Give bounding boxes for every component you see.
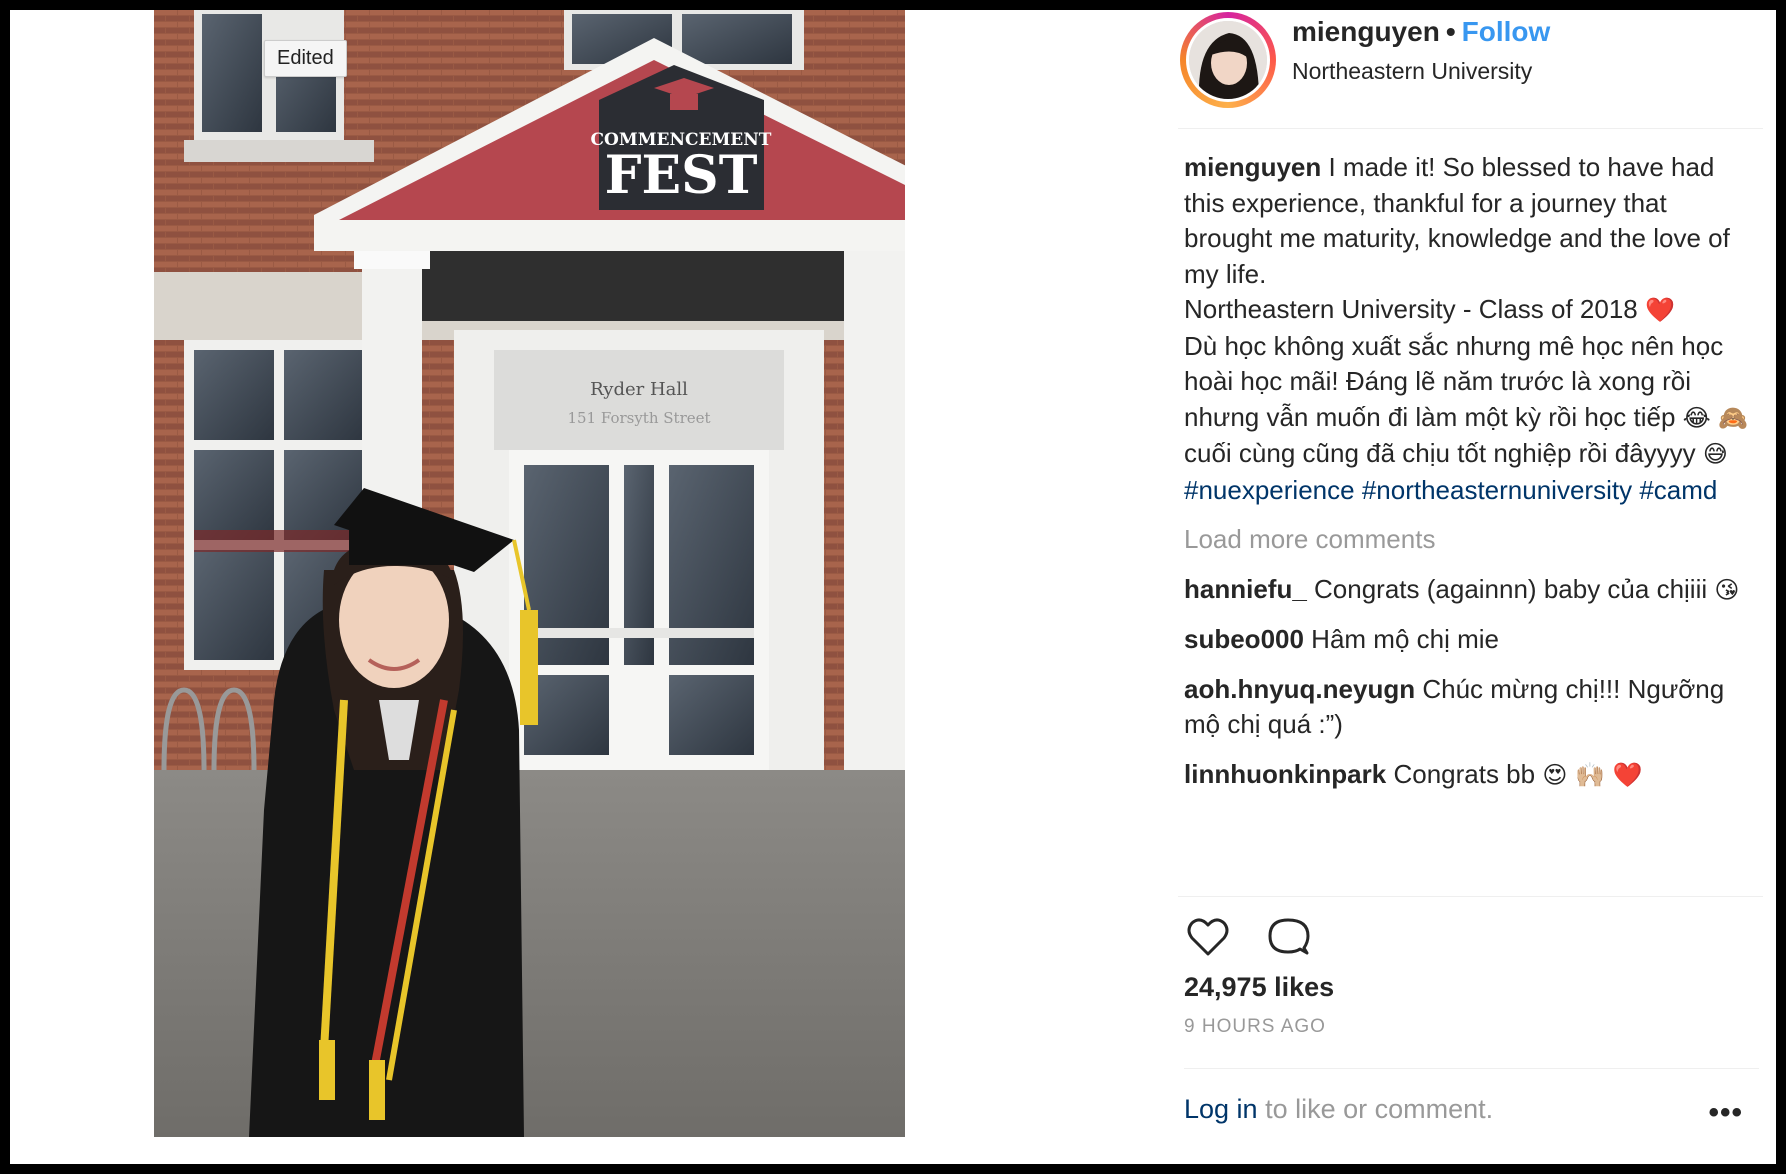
monkey-emoji: 🙈 — [1717, 403, 1748, 432]
section-divider — [1178, 896, 1763, 897]
comment-text: Congrats bb — [1386, 758, 1543, 789]
post-details: mienguyen • Follow Northeastern University… — [1178, 10, 1763, 1164]
comment-username[interactable]: aoh.hnyuq.neyugn — [1184, 674, 1415, 704]
avatar-image — [1189, 21, 1267, 99]
hashtag-link[interactable]: #camd — [1639, 475, 1717, 505]
section-divider — [1184, 1068, 1759, 1069]
comment-emojis: 😍 🙌🏼 ❤️ — [1542, 760, 1643, 789]
comment: hanniefu_ Congrats (againnn) baby của ch… — [1184, 572, 1759, 609]
comment-username[interactable]: hanniefu_ — [1184, 574, 1307, 604]
laughing-emoji: 😂 — [1682, 403, 1711, 432]
heart-emoji: ❤️ — [1644, 296, 1675, 324]
comment-text: Hâm mộ chị mie — [1303, 624, 1499, 654]
header-username[interactable]: mienguyen — [1292, 16, 1440, 47]
sign-line2: FEST — [605, 145, 758, 206]
comment-text: Congrats (againnn) baby của chịiii — [1306, 573, 1715, 604]
follow-button[interactable]: Follow — [1462, 16, 1551, 47]
avatar-story-ring[interactable] — [1180, 12, 1276, 108]
hashtag-link[interactable]: #nuexperience — [1184, 475, 1355, 505]
comment: subeo000 Hâm mộ chị mie — [1184, 622, 1759, 658]
comment: linnhuonkinpark Congrats bb 😍 🙌🏼 ❤️ — [1184, 757, 1759, 794]
location-link[interactable]: Northeastern University — [1292, 58, 1532, 85]
login-prompt: Log in to like or comment. — [1184, 1094, 1493, 1125]
heart-outline-icon — [1187, 918, 1229, 956]
door-sign-line2: 151 Forsyth Street — [567, 409, 710, 427]
comment-username[interactable]: subeo000 — [1184, 624, 1304, 654]
caption-text-4: cuối cùng cũng đã chịu tốt nghiệp rồi đâ… — [1184, 438, 1703, 468]
post-header: mienguyen • Follow Northeastern University — [1178, 10, 1763, 129]
more-options-button[interactable]: ••• — [1708, 1096, 1743, 1130]
edited-tag: Edited — [264, 40, 347, 77]
avatar[interactable] — [1186, 18, 1270, 102]
post-timestamp[interactable]: 9 HOURS AGO — [1184, 1016, 1326, 1038]
kiss-emoji: 😘 — [1714, 575, 1740, 604]
login-link[interactable]: Log in — [1184, 1094, 1258, 1124]
comments-list[interactable]: mienguyen I made it! So blessed to have … — [1184, 150, 1759, 895]
comment-button[interactable] — [1264, 912, 1314, 962]
comment: aoh.hnyuq.neyugn Chúc mừng chị!!! Ngưỡng… — [1184, 672, 1759, 743]
door-sign-line1: Ryder Hall — [590, 379, 688, 400]
likes-count[interactable]: 24,975 likes — [1184, 972, 1334, 1003]
header-username-line: mienguyen • Follow — [1292, 16, 1550, 48]
comment-bubble-icon — [1268, 918, 1310, 955]
like-button[interactable] — [1184, 912, 1234, 962]
post-window: COMMENCEMENT FEST Ryder Hall 151 Forsyth… — [10, 10, 1776, 1164]
graduation-photo: COMMENCEMENT FEST Ryder Hall 151 Forsyth… — [154, 10, 905, 1137]
hashtag-link[interactable]: #northeasternuniversity — [1362, 475, 1632, 505]
sweat-smile-emoji: 😅 — [1702, 440, 1728, 468]
caption-username[interactable]: mienguyen — [1184, 152, 1321, 182]
caption: mienguyen I made it! So blessed to have … — [1184, 150, 1759, 508]
separator-dot: • — [1445, 16, 1456, 47]
comment-username[interactable]: linnhuonkinpark — [1184, 759, 1386, 789]
load-more-comments-button[interactable]: Load more comments — [1184, 522, 1759, 558]
login-prompt-text: to like or comment. — [1257, 1094, 1494, 1124]
post-photo[interactable]: COMMENCEMENT FEST Ryder Hall 151 Forsyth… — [154, 10, 905, 1137]
caption-text-2: Northeastern University - Class of 2018 — [1184, 294, 1645, 324]
caption-text-3: Dù học không xuất sắc nhưng mê học nên h… — [1184, 330, 1724, 432]
